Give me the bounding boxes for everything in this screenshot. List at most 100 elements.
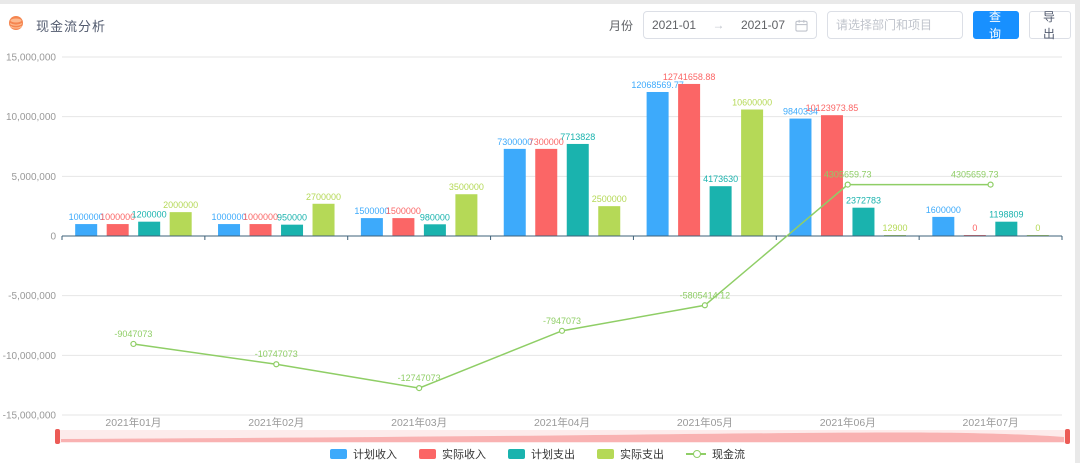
bar-3-month-7[interactable] [995, 222, 1017, 236]
bar-value-label: 2000000 [163, 200, 198, 210]
cashflow-point-month-6[interactable] [845, 182, 850, 187]
bar-value-label: 2700000 [306, 192, 341, 202]
y-axis-tick-label: -5,000,000 [8, 291, 56, 302]
cashflow-value-label: 4305659.73 [951, 170, 999, 180]
bar-value-label: 10600000 [732, 98, 772, 108]
bar-3-month-4[interactable] [567, 144, 589, 236]
bar-value-label: 0 [1035, 223, 1040, 233]
bar-3-month-6[interactable] [852, 208, 874, 236]
bar-2-month-5[interactable] [678, 84, 700, 236]
calendar-icon[interactable] [795, 19, 808, 32]
x-axis-category-label: 2021年07月 [963, 416, 1019, 429]
bar-value-label: 1000000 [243, 212, 278, 222]
y-axis-tick-label: -15,000,000 [3, 411, 57, 422]
bar-4-month-3[interactable] [455, 194, 477, 236]
bar-value-label: 950000 [277, 213, 307, 223]
cashflow-point-month-5[interactable] [702, 303, 707, 308]
bar-1-month-5[interactable] [647, 92, 669, 236]
bar-value-label: 1000000 [69, 212, 104, 222]
datazoom-handle-left[interactable] [55, 429, 60, 444]
bar-2-month-2[interactable] [250, 224, 272, 236]
legend-item-1[interactable]: 计划收入 [330, 446, 397, 462]
bar-value-label: 2500000 [592, 194, 627, 204]
bar-3-month-1[interactable] [138, 222, 160, 236]
query-button[interactable]: 查 询 [973, 11, 1019, 39]
bar-4-month-4[interactable] [598, 206, 620, 236]
bar-value-label: 1198809 [989, 210, 1023, 220]
bar-value-label: 2372783 [846, 196, 881, 206]
bar-2-month-1[interactable] [107, 224, 129, 236]
x-axis-category-label: 2021年01月 [105, 416, 161, 429]
bar-value-label: 7300000 [497, 137, 532, 147]
bar-4-month-1[interactable] [170, 212, 192, 236]
cashflow-point-month-3[interactable] [417, 386, 422, 391]
cashflow-value-label: -9047073 [114, 329, 152, 339]
legend-label: 现金流 [712, 446, 745, 462]
cashflow-point-month-1[interactable] [131, 341, 136, 346]
cashflow-value-label: 4305659.73 [824, 170, 872, 180]
bar-1-month-4[interactable] [504, 149, 526, 236]
datazoom-handle-right[interactable] [1065, 429, 1070, 444]
bar-value-label: 980000 [420, 212, 450, 222]
legend-item-5[interactable]: 现金流 [686, 446, 745, 462]
y-axis-tick-label: 10,000,000 [6, 112, 56, 123]
bar-value-label: 1500000 [386, 206, 421, 216]
y-axis-tick-label: 15,000,000 [6, 53, 56, 64]
bar-value-label: 12741658.88 [663, 72, 716, 82]
chart-canvas: 15,000,000 10,000,000 5,000,000 0 -5,000,000… [0, 45, 1075, 429]
cashflow-point-month-4[interactable] [560, 328, 565, 333]
legend-swatch-icon [419, 449, 436, 459]
date-range-picker[interactable]: 2021-01 → 2021-07 [643, 11, 817, 39]
cashflow-value-label: -12747073 [398, 373, 441, 383]
legend-label: 实际收入 [442, 446, 486, 462]
y-axis-tick-label: 0 [50, 232, 56, 243]
x-axis-category-label: 2021年03月 [391, 416, 447, 429]
bar-value-label: 10123973.85 [806, 103, 859, 113]
legend-swatch-icon [508, 449, 525, 459]
legend-swatch-icon [597, 449, 614, 459]
legend-item-4[interactable]: 实际支出 [597, 446, 664, 462]
legend-swatch-icon [330, 449, 347, 459]
bar-3-month-3[interactable] [424, 224, 446, 236]
datazoom-slider[interactable] [55, 429, 1070, 444]
page-title: 现金流分析 [36, 16, 106, 35]
bar-value-label: 0 [972, 223, 977, 233]
chart-legend: 计划收入 实际收入 计划支出 实际支出 现金流 [0, 445, 1075, 463]
page-header: 现金流分析 月份 2021-01 → 2021-07 查 询 导 出 [0, 4, 1075, 46]
legend-line-marker-icon [686, 453, 706, 455]
bar-value-label: 7300000 [529, 137, 564, 147]
export-button[interactable]: 导 出 [1029, 11, 1071, 39]
cashflow-value-label: -5805414.12 [680, 290, 731, 300]
bar-value-label: 1600000 [926, 205, 961, 215]
bar-value-label: 7713828 [560, 132, 595, 142]
y-axis-tick-label: -10,000,000 [3, 351, 57, 362]
legend-label: 计划支出 [531, 446, 575, 462]
bar-1-month-2[interactable] [218, 224, 240, 236]
bar-1-month-7[interactable] [932, 217, 954, 236]
bar-2-month-4[interactable] [535, 149, 557, 236]
bar-value-label: 4173630 [703, 174, 738, 184]
legend-item-2[interactable]: 实际收入 [419, 446, 486, 462]
bar-2-month-3[interactable] [392, 218, 414, 236]
cashflow-point-month-7[interactable] [988, 182, 993, 187]
y-axis-tick-label: 5,000,000 [12, 172, 57, 183]
bar-value-label: 12900 [882, 223, 907, 233]
month-label: 月份 [609, 17, 633, 34]
bar-1-month-3[interactable] [361, 218, 383, 236]
bar-3-month-2[interactable] [281, 225, 303, 236]
legend-label: 实际支出 [620, 446, 664, 462]
date-start-value[interactable]: 2021-01 [652, 18, 696, 32]
bar-value-label: 1000000 [100, 212, 135, 222]
bar-1-month-1[interactable] [75, 224, 97, 236]
bar-3-month-5[interactable] [710, 186, 732, 236]
cashflow-point-month-2[interactable] [274, 362, 279, 367]
legend-label: 计划收入 [353, 446, 397, 462]
department-project-input[interactable] [827, 11, 963, 39]
date-end-value[interactable]: 2021-07 [741, 18, 785, 32]
legend-item-3[interactable]: 计划支出 [508, 446, 575, 462]
cashflow-page: 现金流分析 月份 2021-01 → 2021-07 查 询 导 出 [0, 4, 1075, 463]
bar-4-month-5[interactable] [741, 110, 763, 236]
bar-4-month-2[interactable] [313, 204, 335, 236]
x-axis-category-label: 2021年05月 [677, 416, 733, 429]
x-axis-category-label: 2021年02月 [248, 416, 304, 429]
